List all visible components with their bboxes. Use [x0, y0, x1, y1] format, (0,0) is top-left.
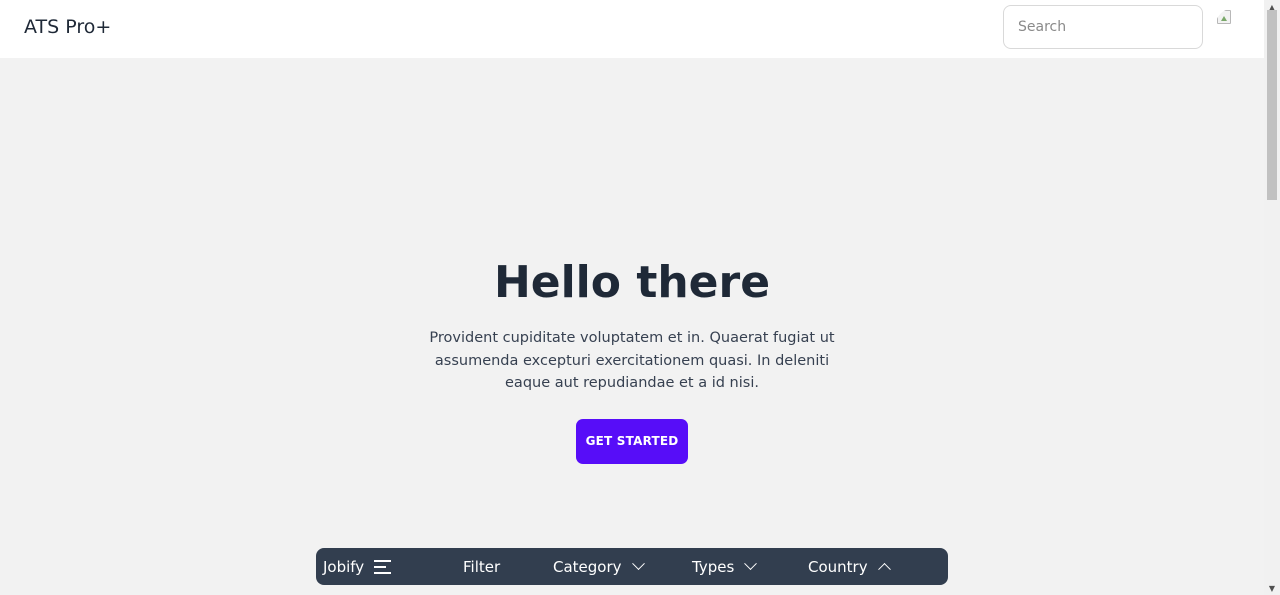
bottom-filter-bar: Jobify Filter Category Types Country — [316, 548, 948, 585]
menu-icon[interactable] — [374, 559, 392, 574]
filter-button[interactable]: Filter — [463, 548, 500, 585]
scrollbar-thumb[interactable] — [1267, 10, 1277, 200]
vertical-scrollbar[interactable]: ▲ ▼ — [1264, 0, 1280, 595]
broken-image-icon — [1217, 10, 1231, 24]
scroll-down-arrow-icon[interactable]: ▼ — [1264, 581, 1280, 595]
top-navbar: ATS Pro+ — [0, 0, 1264, 58]
avatar[interactable] — [1215, 8, 1253, 46]
country-label: Country — [808, 557, 868, 576]
brand-logo[interactable]: ATS Pro+ — [24, 16, 111, 38]
get-started-button[interactable]: GET STARTED — [576, 418, 688, 464]
jobify-menu[interactable]: Jobify — [323, 548, 392, 585]
chevron-down-icon — [744, 557, 758, 571]
chevron-up-icon — [877, 562, 891, 576]
types-dropdown[interactable]: Types — [692, 548, 758, 585]
hero-title: Hello there — [493, 257, 771, 308]
types-label: Types — [692, 557, 735, 576]
filter-label: Filter — [463, 557, 501, 576]
hero-description: Provident cupiditate voluptatem et in. Q… — [429, 330, 835, 391]
category-dropdown[interactable]: Category — [553, 548, 645, 585]
category-label: Category — [553, 557, 622, 576]
chevron-down-icon — [631, 557, 645, 571]
hero-section: Hello there Provident cupiditate volupta… — [400, 255, 864, 464]
jobify-brand: Jobify — [323, 557, 365, 576]
search-input[interactable] — [1003, 5, 1203, 49]
country-dropdown[interactable]: Country — [808, 548, 891, 585]
